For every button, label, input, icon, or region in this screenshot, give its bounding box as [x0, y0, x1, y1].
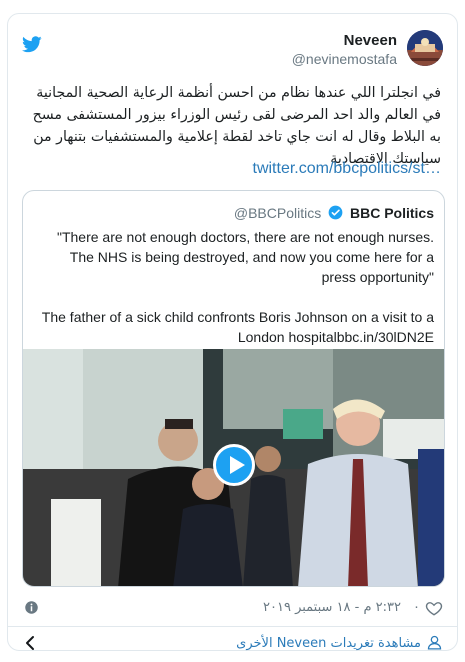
info-icon[interactable] — [24, 600, 39, 615]
more-tweets-row[interactable]: مشاهدة تغريدات Neveen الأخرى — [8, 632, 457, 656]
author-display-name[interactable]: Neveen — [344, 32, 397, 49]
tweet-text: في انجلترا اللي عندها نظام من احسن أنظمة… — [32, 85, 441, 167]
quoted-tweet-header: @BBCPolitics BBC Politics — [234, 205, 434, 221]
quoted-name: BBC Politics — [349, 205, 434, 221]
chevron-left-icon[interactable] — [22, 634, 38, 652]
person-icon — [427, 635, 442, 650]
play-button[interactable] — [213, 444, 255, 486]
tweet-timestamp[interactable]: ٢:٣٢ م - ١٨ سبتمبر ٢٠١٩ — [263, 600, 401, 615]
twitter-bird-icon[interactable] — [22, 36, 42, 53]
heart-icon[interactable] — [425, 599, 443, 617]
quoted-handle: @BBCPolitics — [233, 205, 322, 221]
author-handle[interactable]: @nevinemostafa — [292, 51, 397, 67]
quoted-tweet[interactable]: @BBCPolitics BBC Politics "There are not… — [22, 190, 445, 587]
more-tweets-link[interactable]: مشاهدة تغريدات Neveen الأخرى — [236, 636, 421, 651]
embedded-tweet-card: Neveen @nevinemostafa في انجلترا اللي عن… — [7, 13, 458, 651]
quoted-tweet-text: "There are not enough doctors, there are… — [41, 229, 434, 345]
avatar[interactable] — [407, 30, 443, 66]
tweet-header: Neveen @nevinemostafa — [8, 30, 457, 74]
tweet-link[interactable]: twitter.com/bbcpolitics/st… — [253, 160, 442, 178]
like-count: ٠ — [413, 600, 420, 615]
verified-badge-icon — [328, 205, 343, 220]
video-thumbnail[interactable] — [23, 349, 444, 586]
divider — [8, 626, 457, 627]
avatar-image — [407, 30, 443, 66]
tweet-footer: ٠ ٢:٣٢ م - ١٨ سبتمبر ٢٠١٩ — [8, 599, 457, 619]
